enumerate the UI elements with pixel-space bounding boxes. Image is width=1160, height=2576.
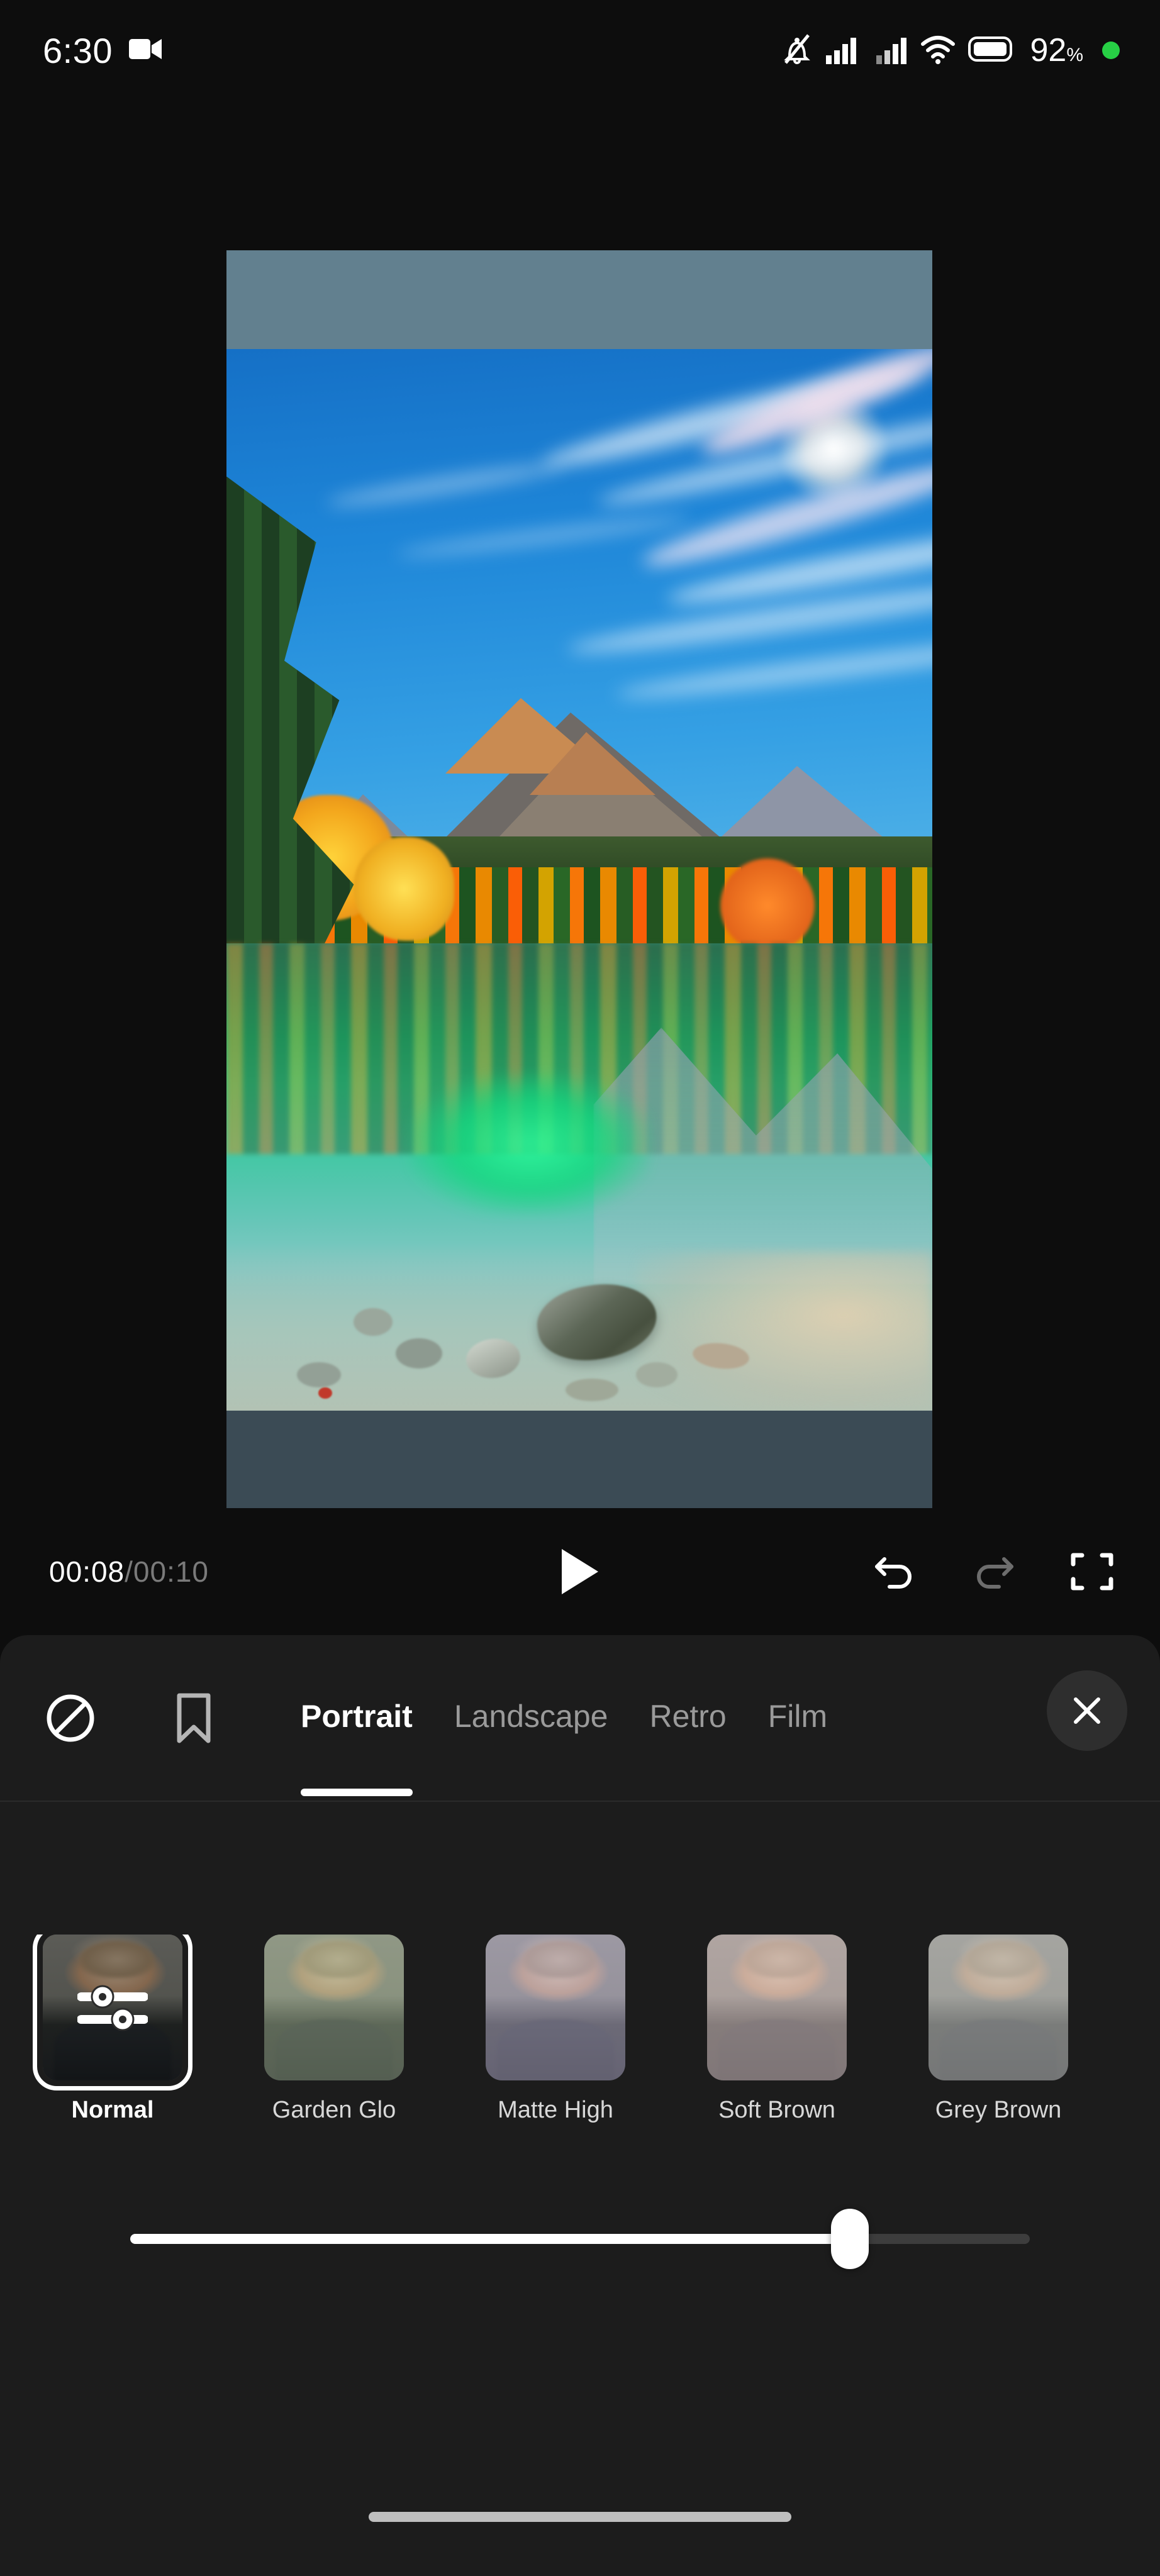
intensity-slider[interactable] bbox=[0, 2201, 1160, 2277]
filter-panel: Portrait Landscape Retro Film Normal Gar… bbox=[0, 1635, 1160, 2576]
category-tabs: Portrait Landscape Retro Film bbox=[301, 1698, 827, 1796]
tab-film[interactable]: Film bbox=[768, 1698, 827, 1738]
current-time: 00:08 bbox=[49, 1555, 125, 1588]
video-preview[interactable] bbox=[226, 250, 932, 1508]
filter-item-grey-brown[interactable]: Grey Brown bbox=[929, 1935, 1068, 2124]
slider-thumb[interactable] bbox=[831, 2209, 869, 2269]
playback-actions bbox=[871, 1549, 1115, 1594]
tab-landscape[interactable]: Landscape bbox=[454, 1698, 608, 1738]
letterbox-top bbox=[226, 250, 932, 349]
close-button[interactable] bbox=[1047, 1670, 1127, 1751]
filter-label: Grey Brown bbox=[935, 2097, 1062, 2123]
tabbar-divider bbox=[0, 1801, 1160, 1802]
status-bar-right: 92% bbox=[782, 31, 1120, 70]
redo-icon bbox=[977, 1557, 1013, 1589]
redo-button[interactable] bbox=[970, 1549, 1018, 1594]
status-bar-left: 6:30 bbox=[43, 30, 163, 71]
no-filter-icon bbox=[47, 1694, 94, 1742]
status-dot-icon bbox=[1102, 42, 1120, 59]
status-time: 6:30 bbox=[43, 30, 113, 70]
video-canvas bbox=[226, 250, 932, 1508]
undo-button[interactable] bbox=[871, 1549, 918, 1594]
filter-thumbnail bbox=[33, 1935, 192, 2090]
time-display: 00:08/00:10 bbox=[49, 1555, 209, 1589]
total-time: /00:10 bbox=[125, 1555, 209, 1588]
bookmark-button[interactable] bbox=[169, 1687, 219, 1750]
bookmark-icon bbox=[177, 1693, 211, 1743]
play-icon bbox=[562, 1549, 598, 1594]
filter-thumbnail bbox=[929, 1935, 1068, 2080]
signal-bars-secondary-icon bbox=[875, 34, 908, 67]
slider-track[interactable] bbox=[130, 2209, 1030, 2269]
adjust-sliders-icon bbox=[77, 1979, 148, 2036]
filter-thumbnail bbox=[264, 1935, 404, 2080]
close-icon bbox=[1074, 1697, 1100, 1724]
slider-fill bbox=[130, 2234, 850, 2244]
filter-thumbnail bbox=[707, 1935, 847, 2080]
filter-item-normal[interactable]: Normal bbox=[33, 1935, 192, 2124]
home-indicator[interactable] bbox=[369, 2512, 791, 2522]
battery-percent: 92% bbox=[1030, 32, 1083, 69]
letterbox-bottom bbox=[226, 1411, 932, 1508]
filter-label: Soft Brown bbox=[718, 2097, 835, 2123]
fullscreen-icon bbox=[1071, 1553, 1113, 1591]
filter-item-garden-glow[interactable]: Garden Glo bbox=[264, 1935, 404, 2124]
preview-image bbox=[226, 349, 932, 1411]
wifi-icon bbox=[920, 34, 956, 67]
filter-item-matte-highlight[interactable]: Matte High bbox=[486, 1935, 625, 2124]
filter-thumbnail bbox=[486, 1935, 625, 2080]
filter-label: Matte High bbox=[498, 2097, 613, 2123]
status-bar: 6:30 92% bbox=[0, 0, 1160, 101]
undo-icon bbox=[875, 1557, 912, 1589]
filter-strip[interactable]: Normal Garden Glo Matte High Soft Brown bbox=[0, 1935, 1160, 2161]
fullscreen-button[interactable] bbox=[1069, 1549, 1115, 1594]
play-button[interactable] bbox=[552, 1543, 608, 1600]
tab-portrait[interactable]: Portrait bbox=[301, 1698, 413, 1796]
no-filter-button[interactable] bbox=[39, 1687, 102, 1750]
tab-retro[interactable]: Retro bbox=[649, 1698, 726, 1738]
video-recording-icon bbox=[129, 36, 163, 65]
playback-bar: 00:08/00:10 bbox=[0, 1508, 1160, 1635]
lake-region bbox=[226, 943, 932, 1411]
filter-label: Garden Glo bbox=[272, 2097, 396, 2123]
battery-icon bbox=[968, 35, 1015, 66]
bell-muted-icon bbox=[782, 31, 812, 70]
signal-bars-icon bbox=[825, 34, 862, 67]
filter-label: Normal bbox=[71, 2097, 154, 2123]
filter-tabbar: Portrait Landscape Retro Film bbox=[0, 1635, 1160, 1801]
filter-item-soft-brown[interactable]: Soft Brown bbox=[707, 1935, 847, 2124]
